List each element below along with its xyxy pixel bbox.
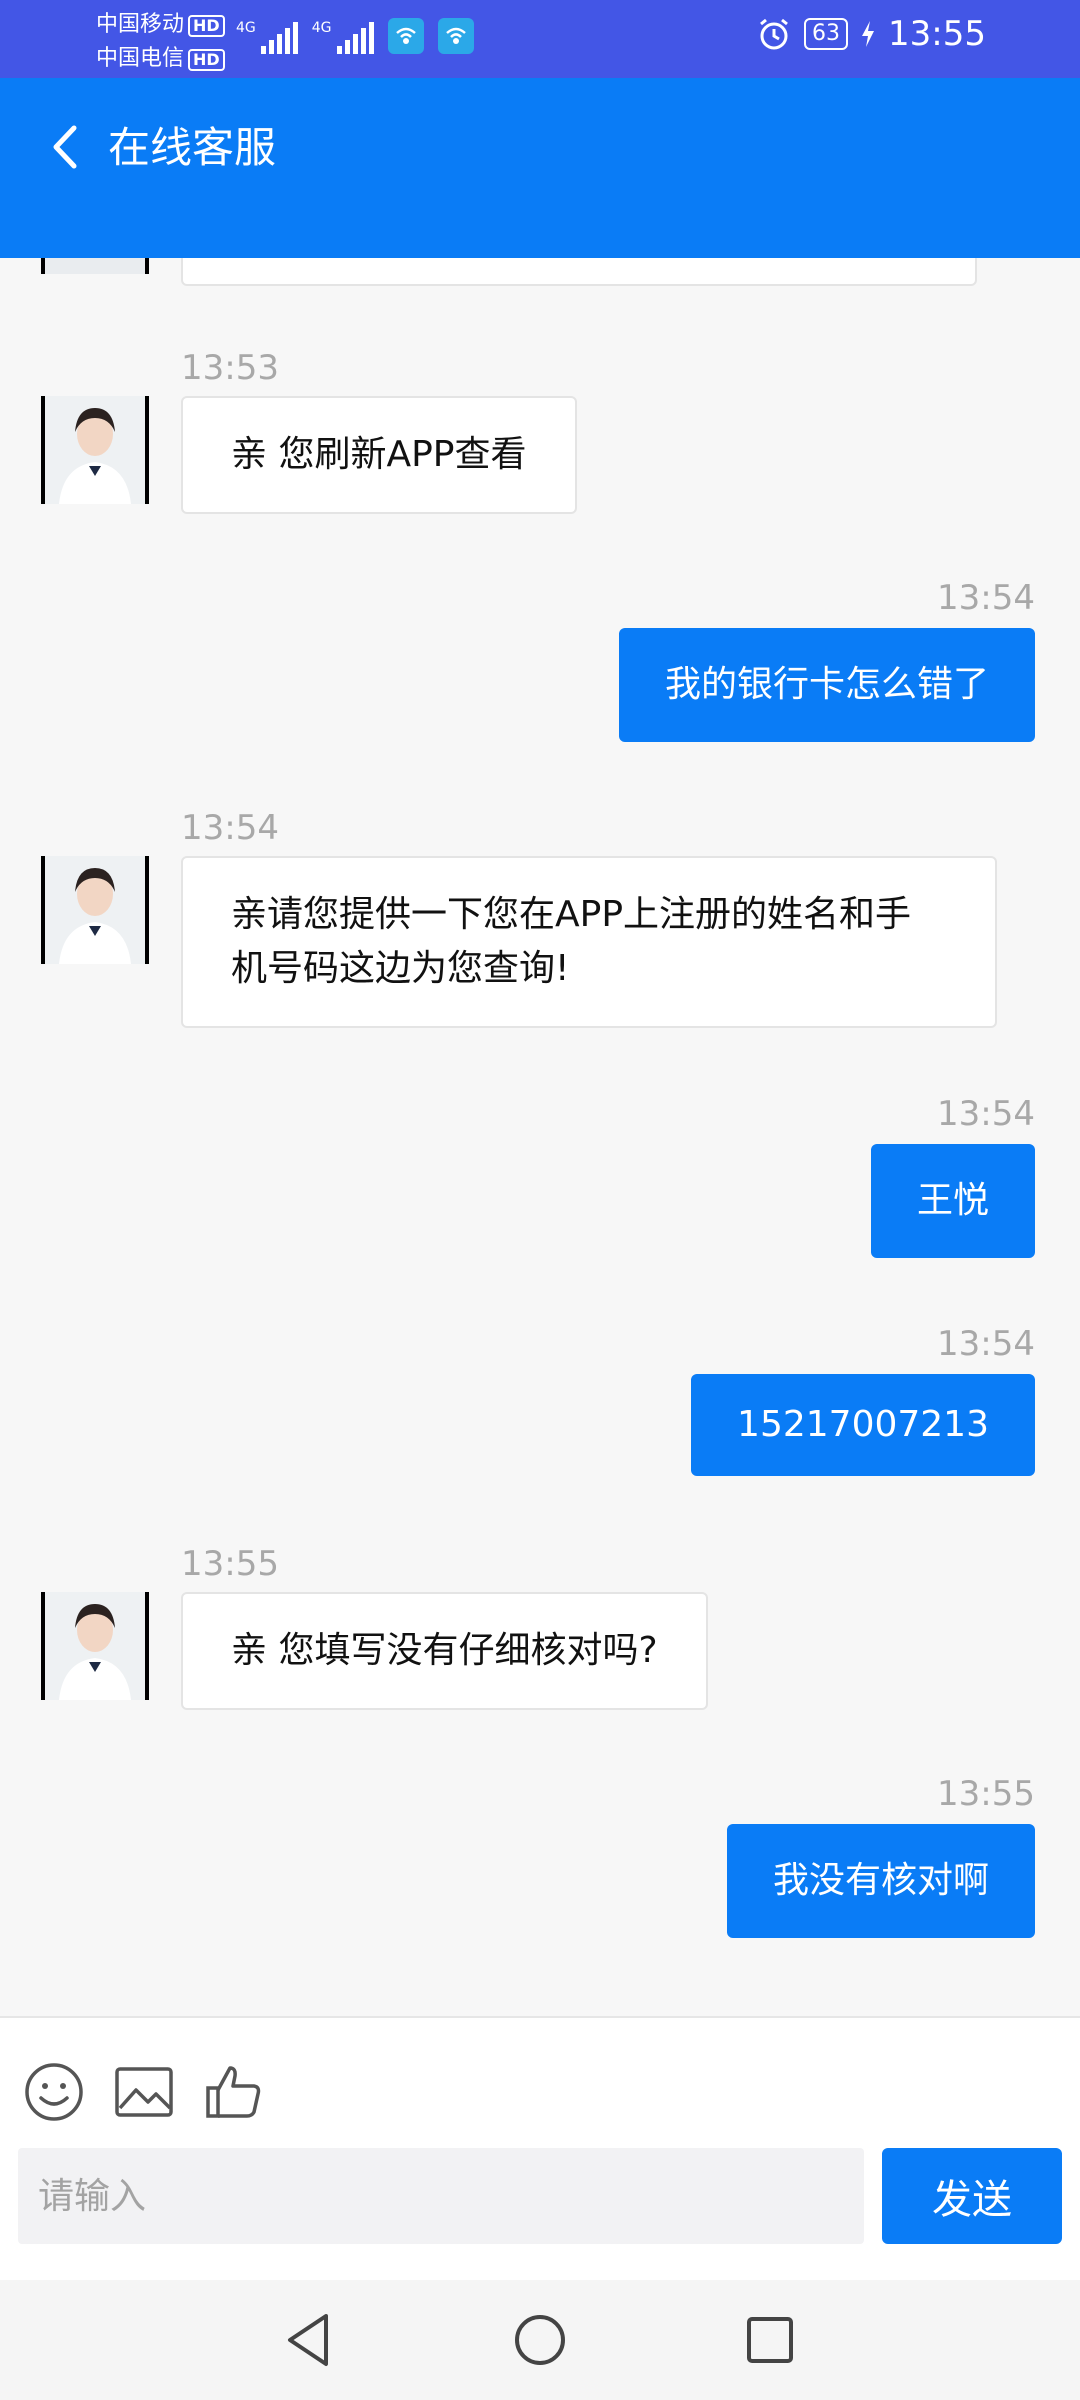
carrier-2-label: 中国电信 [96,46,185,71]
wifi-hotspot-icon [387,18,424,54]
chat-bubble: 15217007213 [691,1374,1035,1476]
message-timestamp: 13:53 [181,348,279,388]
chat-bubble: 亲 您刷新APP查看 [181,396,577,514]
battery-icon: 63 [804,18,849,50]
home-circle-icon [515,2315,565,2365]
chat-bubble: 我没有核对啊 [726,1824,1035,1938]
chat-list[interactable]: 13:53 亲 您刷新APP查看 13:54 我的银行卡怎么错了 13:54 亲… [0,258,1080,2016]
emoji-icon [25,2063,83,2121]
image-button[interactable] [112,2060,176,2124]
hd-badge: HD [188,49,225,71]
chat-bubble: 我的银行卡怎么错了 [618,628,1035,742]
recents-square-icon [747,2317,793,2363]
chat-bubble: 亲请您提供一下您在APP上注册的姓名和手机号码这边为您查询! [181,856,997,1028]
avatar [41,396,149,504]
chat-bubble: 亲 您填写没有仔细核对吗? [181,1592,708,1710]
app-bar: 在线客服 [0,78,1080,258]
message-timestamp: 13:54 [181,808,279,848]
thumbs-up-icon [206,2066,261,2118]
message-timestamp: 13:55 [181,1544,279,1584]
chat-bubble: 王悦 [870,1144,1035,1258]
network-type-label: 4G [311,20,332,36]
avatar [41,856,149,964]
image-icon [115,2067,173,2117]
carrier-1-label: 中国移动 [96,12,185,37]
chevron-left-icon [53,125,77,169]
avatar [41,258,149,274]
chat-bubble-partial [181,258,977,286]
nav-recents-button[interactable] [738,2308,802,2372]
message-composer: 发送 [0,2016,1080,2280]
nav-home-button[interactable] [508,2308,572,2372]
signal-icon: 4G [312,20,374,54]
status-right: 63 13:55 [756,14,986,54]
status-bar: 中国移动 HD 中国电信 HD 4G 4G 63 13:55 [0,0,1080,78]
signal-icon: 4G [236,20,298,54]
clock: 13:55 [888,14,986,54]
message-input[interactable] [18,2148,864,2244]
message-timestamp: 13:55 [937,1774,1035,1814]
back-button[interactable] [40,114,90,180]
page-title: 在线客服 [108,123,277,172]
hd-badge: HD [188,15,225,37]
like-button[interactable] [202,2060,266,2124]
carrier-info: 中国移动 HD 中国电信 HD [96,8,225,76]
wifi-hotspot-icon [437,18,474,54]
nav-back-button[interactable] [278,2308,342,2372]
send-button[interactable]: 发送 [882,2148,1062,2244]
signal-group: 4G 4G [236,18,474,54]
network-type-label: 4G [236,20,256,36]
message-timestamp: 13:54 [937,1324,1035,1364]
back-triangle-icon [288,2314,328,2366]
avatar [41,1592,149,1700]
message-timestamp: 13:54 [937,578,1035,618]
message-timestamp: 13:54 [937,1094,1035,1134]
system-nav-bar [0,2280,1080,2400]
alarm-icon [760,18,788,50]
emoji-button[interactable] [22,2060,86,2124]
charging-icon [862,21,875,47]
